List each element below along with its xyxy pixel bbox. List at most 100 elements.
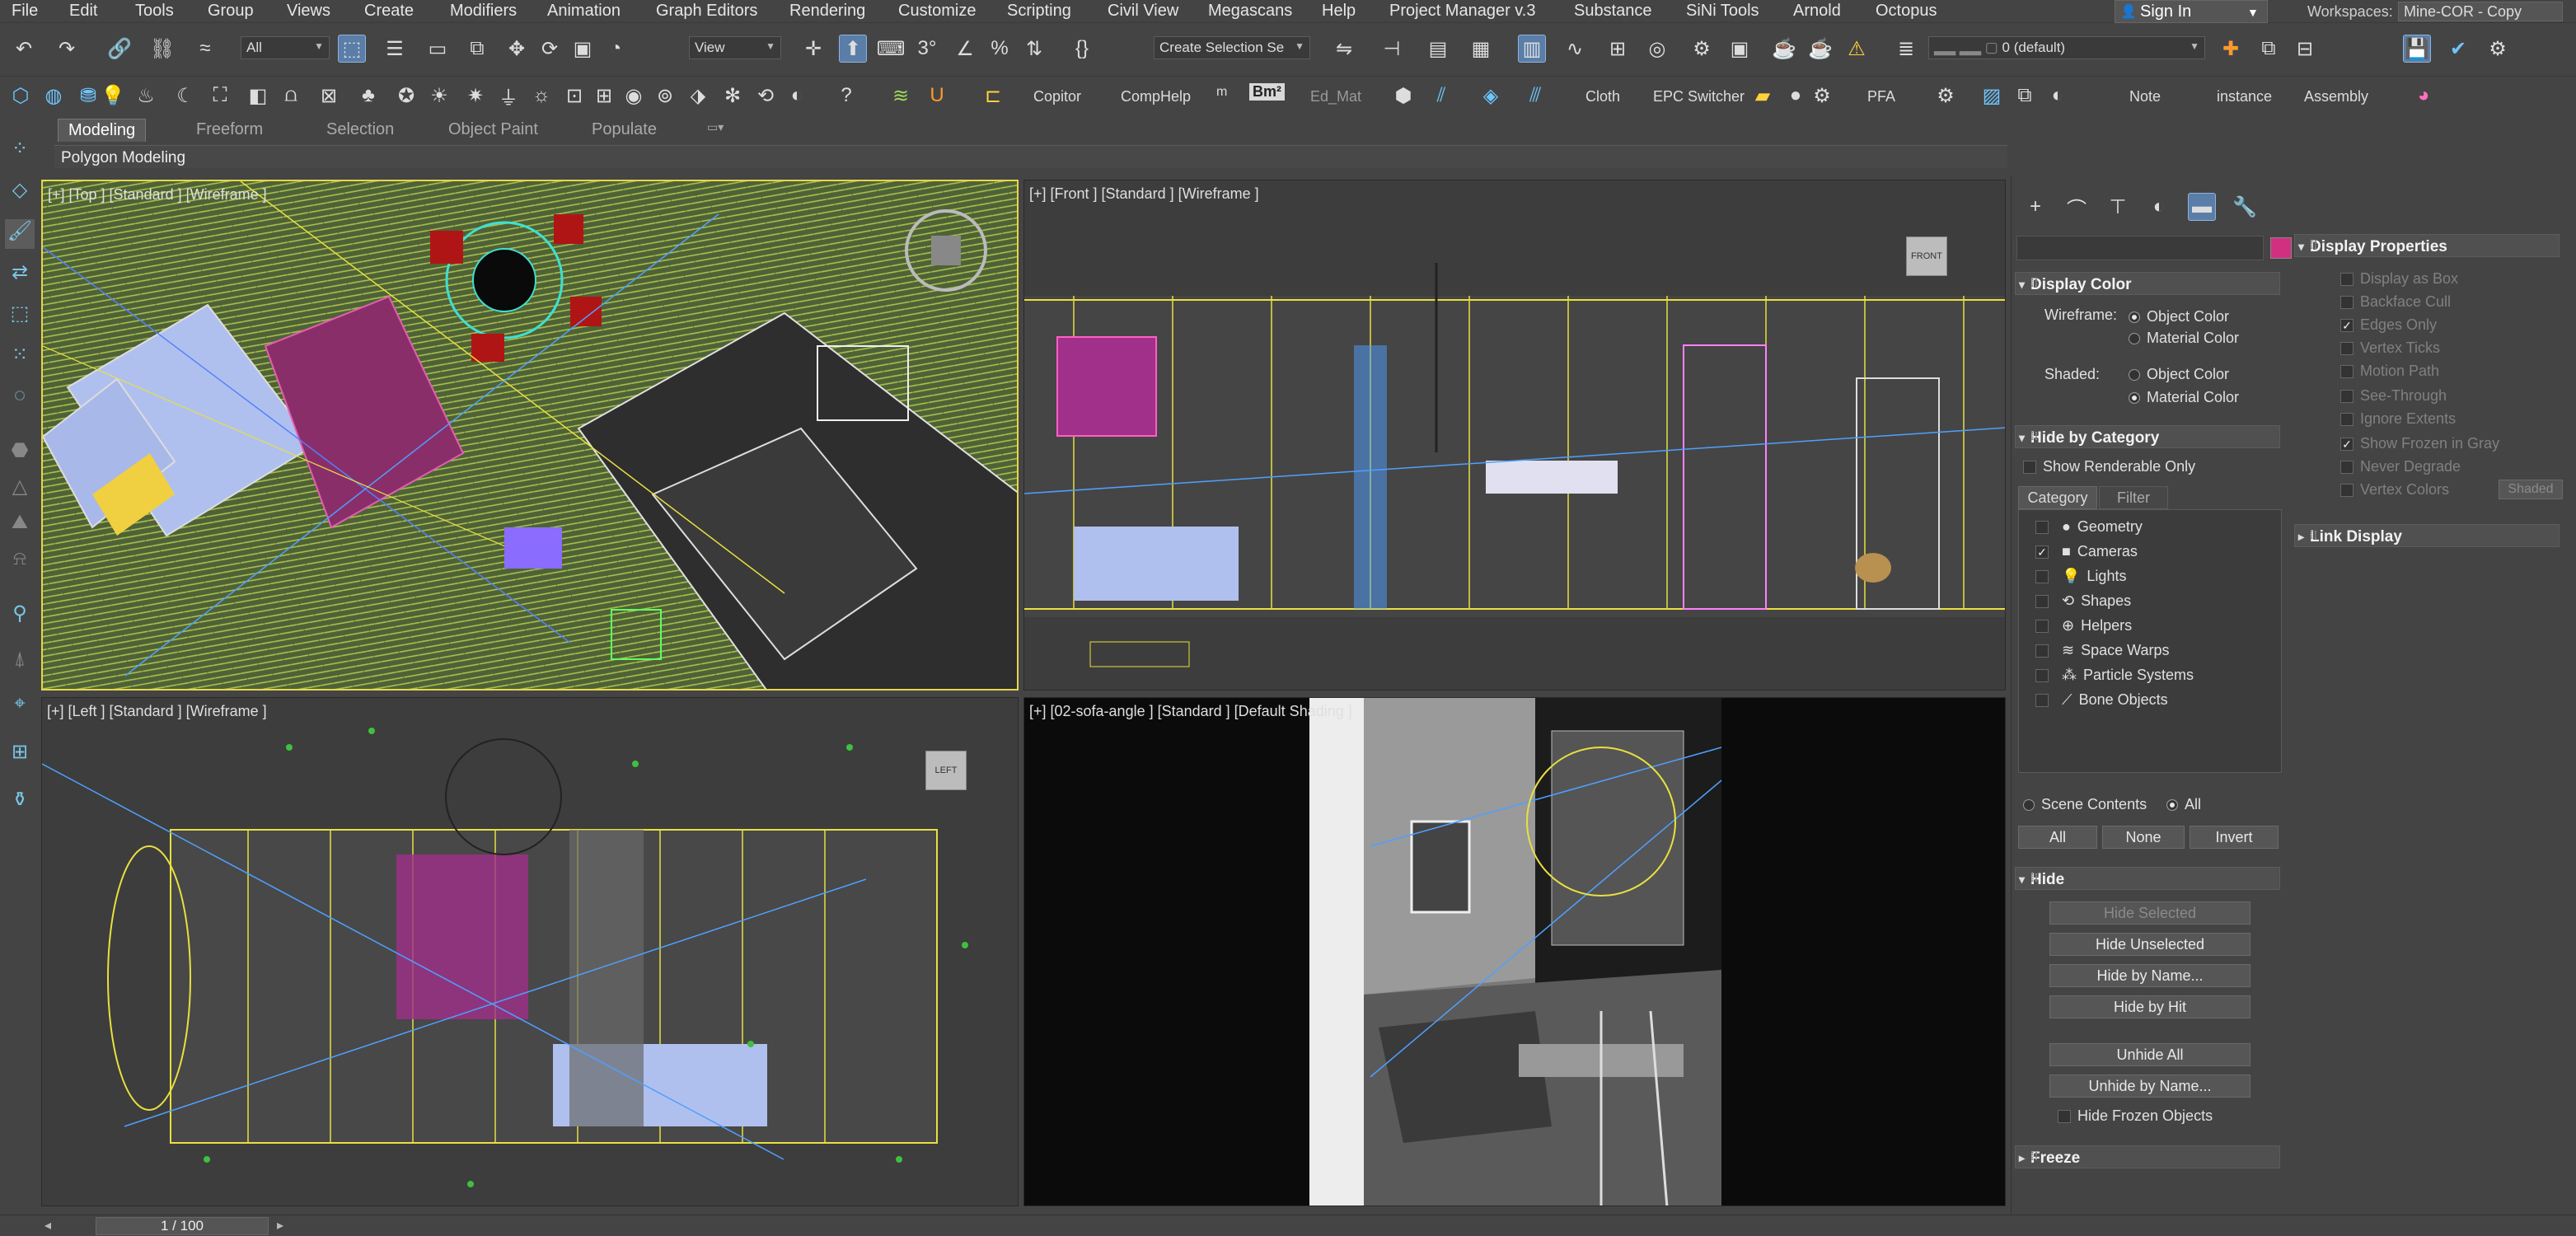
- select-rotate-icon[interactable]: ⟳: [536, 35, 564, 63]
- viewport-left[interactable]: [+] [Left ] [Standard ] [Wireframe ] LEF…: [41, 697, 1019, 1206]
- keyboard-shortcut-toggle-icon[interactable]: ⌨: [877, 35, 906, 63]
- octane-icon[interactable]: ◕: [2410, 82, 2438, 110]
- decal-icon[interactable]: ◉: [620, 82, 648, 110]
- split-icon[interactable]: ⊞: [5, 740, 35, 770]
- next-frame-icon[interactable]: ▸: [277, 1217, 283, 1234]
- copitor-label[interactable]: Copitor: [1033, 88, 1081, 105]
- menu-octopus[interactable]: Octopus: [1876, 2, 1937, 21]
- ed-mat-label[interactable]: Ed_Mat: [1310, 88, 1361, 105]
- subdivide-icon[interactable]: ⬣: [5, 438, 35, 468]
- edges-only-checkbox[interactable]: ✓ Edges Only: [2340, 316, 2437, 334]
- layers-icon[interactable]: ≋: [887, 82, 915, 110]
- motion-tab-icon[interactable]: ◐: [2145, 193, 2173, 221]
- menu-substance[interactable]: Substance: [1574, 2, 1652, 21]
- select-object-icon[interactable]: ⬚: [338, 35, 366, 63]
- select-in-layer-icon[interactable]: ⊟: [2291, 35, 2319, 63]
- scatter-icon[interactable]: ⊞: [590, 82, 618, 110]
- pyramid-icon[interactable]: △: [5, 475, 35, 504]
- viewport-left-label[interactable]: [+] [Left ] [Standard ] [Wireframe ]: [47, 703, 267, 720]
- workspace-dropdown[interactable]: Mine-COR - Copy: [2398, 2, 2563, 21]
- frames-icon[interactable]: ⧉: [2011, 82, 2039, 110]
- category-shapes[interactable]: ⟲ Shapes: [2035, 592, 2131, 610]
- paint-drop-icon[interactable]: ⍾: [5, 547, 35, 577]
- diamond-icon[interactable]: ◈: [1477, 82, 1505, 110]
- hide-by-name-button[interactable]: Hide by Name...: [2049, 964, 2250, 987]
- modify-tab-icon[interactable]: ⌒: [2063, 193, 2091, 221]
- category-space-warps[interactable]: ≋ Space Warps: [2035, 642, 2169, 659]
- epc-switcher-label[interactable]: EPC Switcher: [1653, 88, 1745, 105]
- menu-file[interactable]: File: [12, 2, 38, 21]
- material-editor-icon[interactable]: ◎: [1643, 35, 1671, 63]
- spinner-snap-icon[interactable]: ⇅: [1020, 35, 1048, 63]
- link-display-rollout[interactable]: ▸ Link Display ⁞⁞: [2294, 524, 2560, 547]
- viewport-perspective-label[interactable]: [+] [02-sofa-angle ] [Standard ] [Defaul…: [1029, 703, 1352, 720]
- edit-named-selection-icon[interactable]: {}: [1068, 35, 1096, 63]
- rect-selection-icon[interactable]: ▭: [424, 35, 452, 63]
- invert-button[interactable]: Invert: [2190, 826, 2279, 849]
- viewcube-front[interactable]: FRONT: [1906, 236, 1947, 276]
- unhide-all-button[interactable]: Unhide All: [2049, 1043, 2250, 1066]
- category-lights[interactable]: 💡 Lights: [2035, 568, 2126, 585]
- pivot-icon[interactable]: ✛: [799, 35, 827, 63]
- dome-icon[interactable]: ⏚: [494, 82, 522, 110]
- layer-dropdown[interactable]: ▂▂ ▂▂ ▢ 0 (default) ▼: [1928, 36, 2205, 59]
- display-tab-icon[interactable]: ▬: [2188, 193, 2216, 221]
- add-to-layer-icon[interactable]: ⧉: [2255, 35, 2283, 63]
- select-by-name-icon[interactable]: ☰: [381, 35, 409, 63]
- bind-spacewarp-icon[interactable]: ≈: [191, 35, 219, 63]
- material-ball-icon[interactable]: ◐: [2044, 82, 2072, 110]
- note-label[interactable]: Note: [2129, 88, 2161, 105]
- all-button[interactable]: All: [2018, 826, 2097, 849]
- tab-object-paint[interactable]: Object Paint: [438, 119, 548, 142]
- unwrap-icon[interactable]: U: [923, 82, 951, 110]
- shaded-button[interactable]: Shaded: [2499, 480, 2563, 499]
- snaps-toggle-icon[interactable]: 3°: [913, 35, 941, 63]
- scene-icon[interactable]: ◐: [783, 82, 811, 110]
- see-through-checkbox[interactable]: See-Through: [2340, 387, 2447, 405]
- time-slider-frame[interactable]: 1 / 100: [96, 1217, 269, 1235]
- window-crossing-icon[interactable]: ⧉: [463, 35, 491, 63]
- reference-coordinate-dropdown[interactable]: View ▼: [689, 36, 781, 59]
- select-scale-icon[interactable]: ▣: [569, 35, 597, 63]
- ring-icon[interactable]: ◌: [5, 384, 35, 414]
- moon-icon[interactable]: ☾: [171, 82, 199, 110]
- dotted-box-icon[interactable]: ⬚: [5, 302, 35, 331]
- hide-selected-button[interactable]: Hide Selected: [2049, 901, 2250, 925]
- paint-icon[interactable]: ⛶: [206, 82, 234, 110]
- unlink-icon[interactable]: ⛓: [148, 35, 176, 63]
- wireframe-object-color-radio[interactable]: Object Color: [2129, 308, 2229, 325]
- hide-unselected-button[interactable]: Hide Unselected: [2049, 933, 2250, 956]
- ignore-extents-checkbox[interactable]: Ignore Extents: [2340, 410, 2456, 428]
- edge-icon[interactable]: ◇: [5, 178, 35, 208]
- image-icon[interactable]: ▨: [1978, 82, 2006, 110]
- m-icon[interactable]: m: [1216, 85, 1227, 100]
- undo-icon[interactable]: ↶: [10, 35, 38, 63]
- motion-path-checkbox[interactable]: Motion Path: [2340, 363, 2439, 380]
- link-icon[interactable]: 🔗: [105, 35, 133, 63]
- create-tab-icon[interactable]: +: [2021, 193, 2049, 221]
- menu-scripting[interactable]: Scripting: [1007, 2, 1071, 21]
- prev-frame-icon[interactable]: ◂: [44, 1217, 51, 1234]
- viewcube-left[interactable]: LEFT: [925, 751, 967, 790]
- menu-sini-tools[interactable]: SiNi Tools: [1686, 2, 1759, 21]
- check-icon[interactable]: ✔: [2444, 35, 2472, 63]
- swap-icon[interactable]: ⇄: [5, 260, 35, 290]
- select-manipulate-icon[interactable]: ⬆: [839, 35, 867, 63]
- vertex-ticks-checkbox[interactable]: Vertex Ticks: [2340, 339, 2440, 357]
- frame-icon[interactable]: ⊏: [979, 82, 1007, 110]
- menu-rendering[interactable]: Rendering: [789, 2, 865, 21]
- category-geometry[interactable]: ● Geometry: [2035, 518, 2143, 536]
- stripes-icon[interactable]: ⫻: [1521, 82, 1549, 110]
- sphere-icon[interactable]: ◍: [40, 82, 68, 110]
- all-radio[interactable]: All: [2166, 796, 2201, 813]
- tab-filter[interactable]: Filter: [2099, 486, 2168, 509]
- menu-project-manager[interactable]: Project Manager v.3: [1389, 2, 1536, 21]
- hide-by-category-rollout[interactable]: ▾ Hide by Category ⁞⁞: [2015, 425, 2280, 448]
- tab-modeling[interactable]: Modeling: [58, 119, 147, 142]
- tab-selection[interactable]: Selection: [316, 119, 404, 142]
- viewport-top[interactable]: [+] [Top ] [Standard ] [Wireframe ]: [41, 180, 1019, 691]
- ambient-light-icon[interactable]: ☀: [425, 82, 453, 110]
- menu-animation[interactable]: Animation: [547, 2, 621, 21]
- object-color-swatch[interactable]: [2270, 237, 2292, 259]
- display-color-rollout[interactable]: ▾ Display Color ⁞⁞: [2015, 272, 2280, 295]
